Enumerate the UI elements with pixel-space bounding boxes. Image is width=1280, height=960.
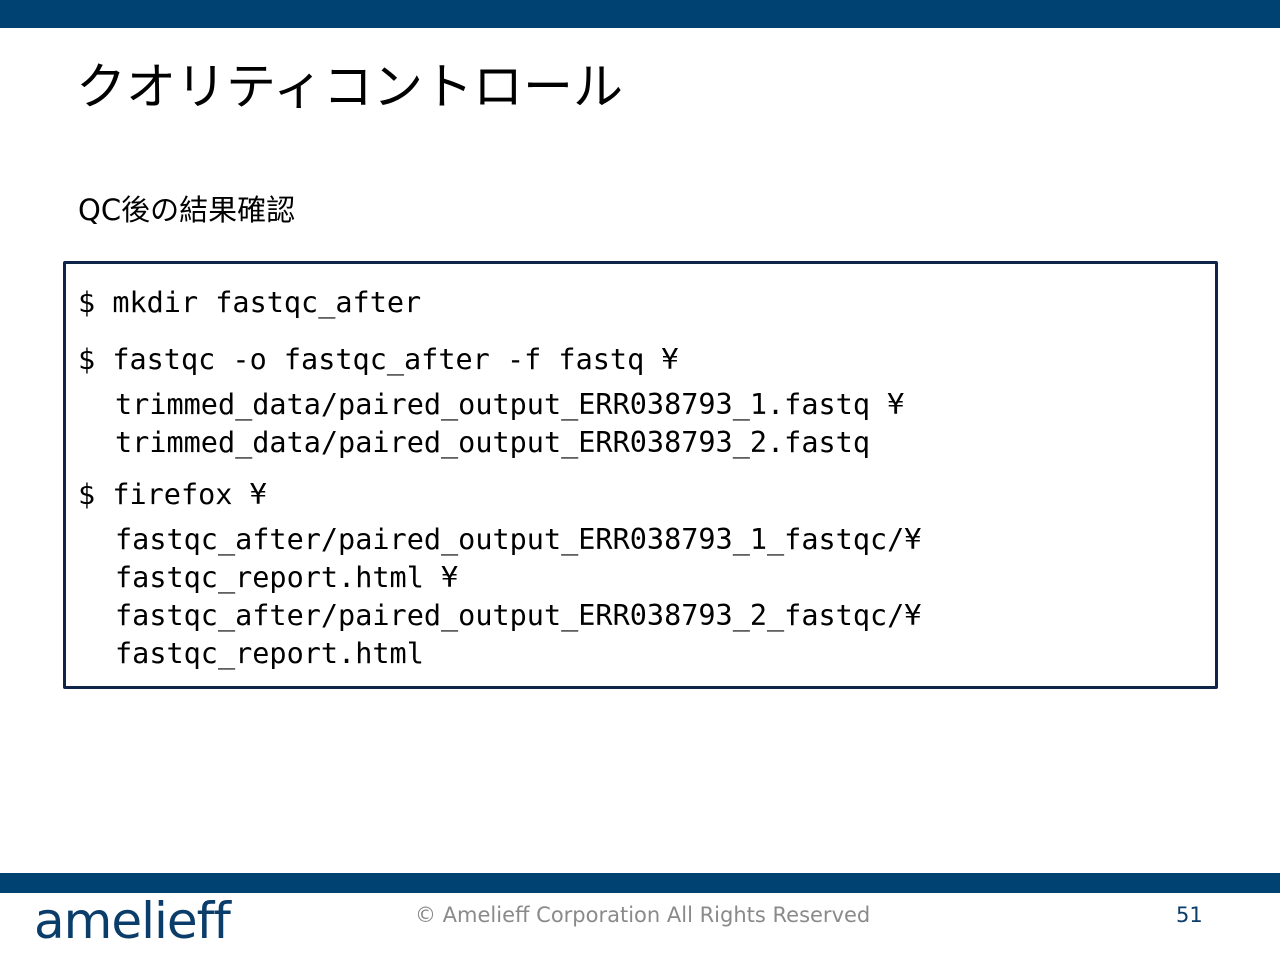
slide-title: クオリティコントロール <box>76 58 623 116</box>
code-line-mkdir: $ mkdir fastqc_after <box>78 286 422 319</box>
code-line-firefox-arg-3: fastqc_after/paired_output_ERR038793_2_f… <box>115 599 922 632</box>
code-line-firefox-arg-2: fastqc_report.html ¥ <box>115 561 459 594</box>
code-line-fastqc-input-1: trimmed_data/paired_output_ERR038793_1.f… <box>115 388 905 421</box>
code-line-fastqc: $ fastqc -o fastqc_after -f fastq ¥ <box>78 343 679 376</box>
amelieff-logo: amelieff <box>34 892 231 950</box>
code-line-fastqc-input-2: trimmed_data/paired_output_ERR038793_2.f… <box>115 426 870 459</box>
code-line-firefox-arg-4: fastqc_report.html <box>115 637 424 670</box>
top-bar <box>0 0 1280 28</box>
slide-subtitle: QC後の結果確認 <box>78 193 296 227</box>
code-line-firefox-arg-1: fastqc_after/paired_output_ERR038793_1_f… <box>115 523 922 556</box>
page-number: 51 <box>1176 903 1203 927</box>
copyright-text: © Amelieff Corporation All Rights Reserv… <box>415 903 871 927</box>
code-line-firefox: $ firefox ¥ <box>78 478 267 511</box>
code-block: $ mkdir fastqc_after $ fastqc -o fastqc_… <box>63 261 1218 689</box>
